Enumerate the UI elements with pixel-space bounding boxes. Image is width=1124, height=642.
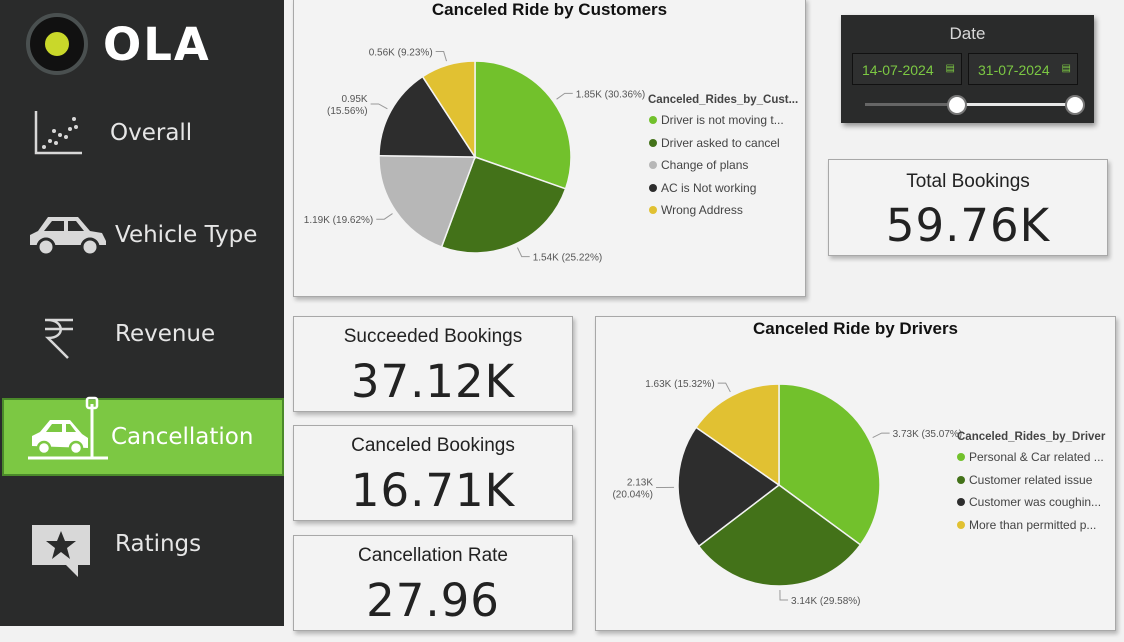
data-label-leader [556,92,573,100]
sidebar-item-label: Ratings [115,531,202,557]
sidebar-item-vehicle-type[interactable]: Vehicle Type [2,197,284,275]
legend-label: Driver is not moving t... [661,113,784,127]
legend-item[interactable]: AC is Not working [649,181,756,195]
data-label: 1.54K (25.22%) [533,253,603,264]
legend-label: Wrong Address [661,203,743,217]
kpi-title: Canceled Bookings [351,435,515,456]
slider-start-handle[interactable] [947,95,968,115]
end-date-input[interactable]: 31-07-2024 ▤ [968,53,1078,85]
legend-item[interactable]: More than permitted p... [957,518,1096,532]
star-chat-icon [32,525,90,577]
sidebar-item-label: Revenue [115,321,216,347]
kpi-value: 16.71K [350,464,516,517]
legend-item[interactable]: Customer was coughin... [957,495,1101,509]
legend-swatch-icon [957,520,965,529]
legend-swatch-icon [957,453,965,461]
data-label: 2.13K (20.04%) [612,478,653,501]
data-label-leader [872,432,890,439]
customer-cancellations-chart-card: Canceled Ride by Customers 1.85K (30.36%… [293,0,806,297]
legend-label: Change of plans [661,158,749,172]
data-label: 1.85K (30.36%) [576,89,646,100]
scatter-chart-icon [34,111,82,155]
slider-end-handle[interactable] [1065,95,1085,115]
data-label-leader [779,589,789,601]
legend-label: More than permitted p... [969,517,1097,532]
calendar-icon[interactable]: ▤ [1062,63,1071,74]
data-label: 0.95K (15.56%) [327,94,368,117]
kpi-title: Total Bookings [906,171,1030,192]
data-label-leader [376,213,393,220]
legend-label: Personal & Car related ... [969,450,1104,464]
calendar-icon[interactable]: ▤ [946,63,955,74]
car-crash-icon [28,396,108,460]
legend-item[interactable]: Change of plans [649,158,748,172]
legend-item[interactable]: Wrong Address [649,203,743,217]
driver-cancellations-chart-card: Canceled Ride by Drivers 3.73K (35.07%) 3… [595,316,1116,631]
legend-swatch-icon [649,116,657,124]
kpi-value: 59.76K [885,199,1051,252]
brand-name: OLA [103,18,211,71]
legend-swatch-icon [649,161,657,169]
sidebar-item-cancellation[interactable]: Cancellation [2,396,284,476]
legend-item[interactable]: Driver is not moving t... [649,113,784,127]
canceled-bookings-card: Canceled Bookings 16.71K [293,425,573,521]
sidebar-item-revenue[interactable]: Revenue [2,296,284,374]
start-date-input[interactable]: 14-07-2024 ▤ [852,53,962,85]
rupee-icon [44,318,73,359]
kpi-title: Cancellation Rate [358,545,508,566]
data-label-leader [517,247,530,258]
cancellation-rate-card: Cancellation Rate 27.96 [293,535,573,631]
data-label: 1.63K (15.32%) [645,379,715,390]
data-label: 0.56K (9.23%) [369,48,433,59]
legend-swatch-icon [649,138,657,147]
legend-title: Canceled_Rides_by_Cust... [648,94,799,106]
legend-swatch-icon [649,206,657,214]
legend-label: Customer related issue [969,472,1093,487]
legend-item[interactable]: Personal & Car related ... [957,450,1104,464]
legend-label: Driver asked to cancel [661,135,780,150]
ola-logo-icon [26,13,88,75]
legend-swatch-icon [957,475,965,484]
total-bookings-card: Total Bookings 59.76K [828,159,1108,256]
data-label: 1.19K (19.62%) [304,215,374,226]
sidebar-item-ratings[interactable]: Ratings [2,505,284,583]
sidebar-item-label: Overall [110,120,193,146]
legend-swatch-icon [649,183,657,192]
kpi-value: 37.12K [350,355,516,408]
legend-title: Canceled_Rides_by_Driver [957,431,1106,443]
legend-swatch-icon [957,498,965,506]
date-filter-card: Date 14-07-2024 ▤ 31-07-2024 ▤ [841,15,1094,123]
legend-label: Customer was coughin... [969,495,1102,509]
data-label: 3.14K (29.58%) [791,596,861,607]
data-label: 3.73K (35.07%) [893,429,963,440]
sidebar-item-label: Cancellation [111,424,254,450]
sidebar: OLA Overall Vehicle Type Revenue Cancell… [0,0,284,626]
succeeded-bookings-card: Succeeded Bookings 37.12K [293,316,573,412]
kpi-title: Succeeded Bookings [343,326,523,347]
data-label-leader [717,382,731,393]
data-label-leader [435,51,447,62]
car-icon [30,217,106,257]
date-range-slider-fill [957,103,1075,106]
legend-label: AC is Not working [661,180,757,195]
date-filter-title: Date [949,24,986,43]
sidebar-item-overall[interactable]: Overall [2,95,284,173]
data-label-leader [370,103,388,110]
sidebar-item-label: Vehicle Type [115,222,258,248]
kpi-value: 27.96 [366,574,500,627]
legend-item[interactable]: Customer related issue [957,473,1092,487]
legend-item[interactable]: Driver asked to cancel [649,136,780,150]
